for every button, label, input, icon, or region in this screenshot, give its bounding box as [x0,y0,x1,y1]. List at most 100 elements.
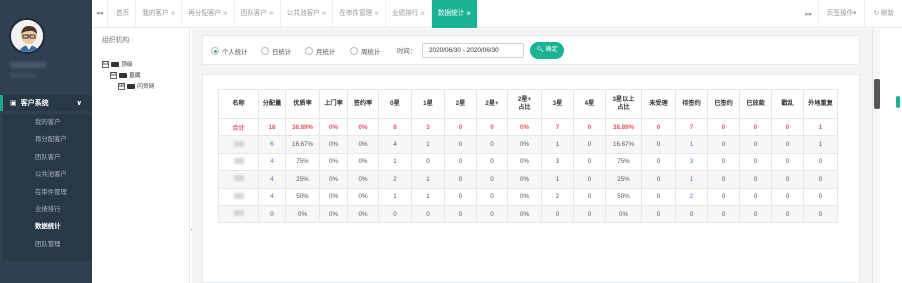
main-content: 个人统计 日统计 月统计 周统计 时间： 2020/06/30 - 2020/0… [192,29,872,283]
table-cell[interactable]: 6 [258,135,286,154]
column-header[interactable]: 戳乱 [771,89,804,119]
close-icon[interactable]: ⊗ [223,11,228,17]
close-icon[interactable]: ⊗ [466,11,471,17]
column-header[interactable]: 3星以上 占比 [605,89,642,119]
tabs-scroll-left-icon[interactable]: ◂◂ [92,0,108,28]
table-cell: 25% [285,170,320,189]
name-cell[interactable] [218,170,259,189]
sidebar-item-team-management[interactable]: 团队管理 [3,236,92,253]
tab-team-customers[interactable]: 团队客户 ⊗ [235,0,281,28]
name-cell[interactable] [218,187,259,206]
radio-daily-stats[interactable]: 日统计 [261,46,291,56]
sidebar-item-pending-review[interactable]: 在审件管理 [3,184,92,201]
column-header[interactable]: 3星 [541,89,574,119]
table-cell: 0 [476,152,508,172]
page-ops-dropdown[interactable]: 页签操作▾ [817,0,865,28]
tab-ranking[interactable]: 业绩排行 ⊗ [386,0,432,28]
column-header[interactable]: 分配量 [258,89,286,119]
column-header[interactable]: 已放款 [739,89,772,119]
radio-monthly-stats[interactable]: 月统计 [305,46,335,56]
column-header[interactable]: 待签约 [675,89,708,119]
column-header[interactable]: 签约率 [347,89,379,119]
column-header[interactable]: 优质率 [285,89,320,119]
tab-public-pool[interactable]: 公共池客户 ⊗ [281,0,334,28]
column-header[interactable]: 2星 [444,89,477,119]
sidebar-item-my-customers[interactable]: 我的客户 [3,114,92,131]
table-cell: 0 [444,117,477,137]
close-icon[interactable]: ⊗ [374,11,379,17]
tree-node-top[interactable]: ⊟ 顶级 [102,60,154,71]
table-cell: 0 [573,152,606,172]
column-header[interactable]: 0星 [378,89,412,119]
date-range-input[interactable]: 2020/06/30 - 2020/06/30 [422,43,524,58]
sidebar-item-public-pool[interactable]: 公共池客户 [3,166,92,183]
table-cell[interactable]: 4 [258,187,286,206]
table-cell[interactable]: 1 [675,170,708,189]
radio-personal-stats[interactable]: 个人统计 [211,46,248,56]
scrollbar-thumb[interactable] [874,79,880,109]
table-cell: 0% [507,117,542,137]
menu-group-customer-system[interactable]: ▣ 客户系统 ∨ [0,95,92,111]
table-cell: 0 [411,152,445,172]
column-header[interactable]: 2星+ 占比 [507,89,542,119]
collapse-icon[interactable]: ⊟ [102,60,109,68]
tab-reassigned-customers[interactable]: 再分配客户 ⊗ [182,0,235,28]
column-header[interactable]: 4星 [573,89,606,119]
table-cell[interactable]: 4 [258,152,286,172]
column-header[interactable]: 未受理 [641,89,676,119]
table-cell: 0% [347,187,379,206]
column-header[interactable]: 1星 [411,89,445,119]
table-cell[interactable]: 0 [675,204,708,224]
table-cell[interactable]: 4 [258,170,286,189]
close-icon[interactable]: ⊗ [322,11,327,17]
table-cell: 0 [641,187,676,206]
tree-node-direct[interactable]: ⊟ 直属 [102,71,154,82]
name-cell[interactable] [218,204,259,224]
user-avatar[interactable] [9,18,45,54]
tree-node-label: 顶级 [121,62,133,68]
column-header[interactable]: 已签约 [707,89,740,119]
sidebar-item-team-customers[interactable]: 团队客户 [3,149,92,166]
tab-pending-review[interactable]: 在审件管理 ⊗ [333,0,386,28]
close-icon[interactable]: ⊗ [420,11,425,17]
name-cell[interactable] [218,135,259,154]
sidebar-item-ranking[interactable]: 业绩排行 [3,201,92,218]
filter-bar: 个人统计 日统计 月统计 周统计 时间： 2020/06/30 - 2020/0… [202,35,860,65]
name-redacted [233,192,244,199]
tab-bar: ◂◂ 首页 我的客户 ⊗ 再分配客户 ⊗ 团队客户 ⊗ 公共池客户 ⊗ 在审件管理 ⊗ 业… [92,0,902,28]
column-header[interactable]: 上门率 [319,89,348,119]
collapse-icon[interactable]: ⊟ [110,71,117,79]
expand-icon[interactable]: ⊞ [118,82,125,90]
tab-my-customers[interactable]: 我的客户 ⊗ [136,0,183,28]
side-indicator [896,96,900,108]
tabs-scroll-right-icon[interactable]: ▸▸ [800,10,818,18]
table-cell[interactable]: 3 [675,152,708,172]
sidebar-item-reassigned-customers[interactable]: 再分配客户 [3,131,92,148]
radio-weekly-stats[interactable]: 周统计 [350,46,380,56]
table-cell: 38.89% [605,117,642,137]
table-cell[interactable]: 0 [258,204,286,224]
column-header[interactable]: 外地重复 [803,89,838,119]
table-cell: 0 [771,170,804,189]
table-cell: 1 [411,170,445,189]
table-cell: 0 [444,152,477,172]
table-cell: 0 [641,204,676,224]
table-cell[interactable]: 1 [675,135,708,154]
table-cell: 0 [707,117,740,137]
table-cell[interactable]: 2 [675,187,708,206]
name-cell[interactable]: 合计 [218,117,259,137]
close-icon[interactable]: ⊗ [269,11,274,17]
name-redacted [233,175,244,182]
tab-statistics[interactable]: 数据统计 ⊗ [431,0,478,28]
scrollbar[interactable] [872,29,880,283]
table-cell: 2 [378,170,412,189]
tab-home[interactable]: 首页 [110,0,137,28]
confirm-button[interactable]: 🔍︎ 确定 [530,42,564,59]
close-icon[interactable]: ⊗ [171,11,176,17]
column-header[interactable]: 2星+ [476,89,508,119]
tree-node-shandai[interactable]: ⊞ 闪贷网 [102,82,154,93]
stats-table: 名称 分配量 优质率 上门率 签约率 0星 1星 2星 2星+ 2星+ 占比 3星… [218,89,838,224]
name-cell[interactable] [218,152,259,172]
refresh-button[interactable]: ↻ 刷新 [864,0,902,28]
sidebar-item-statistics[interactable]: 数据统计 [3,218,92,235]
